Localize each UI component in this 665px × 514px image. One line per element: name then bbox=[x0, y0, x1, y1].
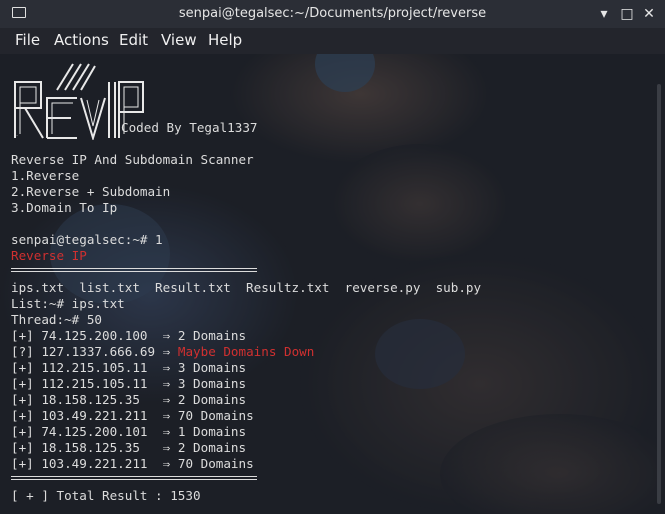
result-tag: [+] bbox=[11, 328, 34, 343]
arrow-icon: ⇒ bbox=[162, 456, 171, 471]
menu-view[interactable]: View bbox=[161, 31, 197, 49]
terminal-output: REVIP Coded By Tegal1337 Reverse IP And … bbox=[11, 54, 481, 503]
result-ip: 112.215.105.11 bbox=[41, 376, 156, 391]
menu-bar: File Actions Edit View Help bbox=[0, 28, 665, 54]
result-text: 2 Domains bbox=[177, 440, 247, 455]
ls-output: ips.txt list.txt Result.txt Resultz.txt … bbox=[11, 280, 482, 295]
result-row: [+] 74.125.200.100 ⇒ 2 Domains bbox=[11, 328, 246, 344]
arrow-icon: ⇒ bbox=[162, 424, 171, 439]
result-text: 70 Domains bbox=[177, 456, 254, 471]
result-tag: [?] bbox=[11, 344, 34, 359]
list-prompt: List:~# ips.txt bbox=[11, 296, 125, 311]
option-1: 1.Reverse bbox=[11, 168, 80, 183]
title-bar[interactable]: senpai@tegalsec:~/Documents/project/reve… bbox=[0, 0, 665, 28]
maximize-icon[interactable]: □ bbox=[617, 4, 637, 24]
result-tag: [+] bbox=[11, 440, 34, 455]
scanner-heading: Reverse IP And Subdomain Scanner bbox=[11, 152, 254, 167]
scrollbar[interactable] bbox=[657, 84, 661, 504]
result-ip: 18.158.125.35 bbox=[41, 440, 156, 455]
menu-file[interactable]: File bbox=[15, 31, 40, 49]
menu-edit[interactable]: Edit bbox=[119, 31, 148, 49]
mode-label: Reverse IP bbox=[11, 248, 87, 263]
result-ip: 112.215.105.11 bbox=[41, 360, 156, 375]
result-row: [+] 103.49.221.211 ⇒ 70 Domains bbox=[11, 408, 254, 424]
logo-text: REVIP bbox=[15, 135, 18, 137]
result-ip: 74.125.200.100 bbox=[41, 328, 156, 343]
menu-actions[interactable]: Actions bbox=[54, 31, 109, 49]
arrow-icon: ⇒ bbox=[162, 328, 171, 343]
arrow-icon: ⇒ bbox=[162, 440, 171, 455]
close-icon[interactable]: ✕ bbox=[639, 4, 659, 24]
coded-by-text: Coded By Tegal1337 bbox=[121, 120, 258, 135]
result-text: 1 Domains bbox=[177, 424, 247, 439]
arrow-icon: ⇒ bbox=[162, 344, 171, 359]
result-tag: [+] bbox=[11, 392, 34, 407]
result-text: 2 Domains bbox=[177, 328, 247, 343]
result-text: Maybe Domains Down bbox=[177, 344, 315, 359]
result-ip: 103.49.221.211 bbox=[41, 456, 156, 471]
minimize-icon[interactable]: ▾ bbox=[594, 4, 614, 24]
result-text: 70 Domains bbox=[177, 408, 254, 423]
result-ip: 18.158.125.35 bbox=[41, 392, 156, 407]
result-row: [?] 127.1337.666.69 ⇒ Maybe Domains Down bbox=[11, 344, 314, 360]
result-tag: [+] bbox=[11, 408, 34, 423]
result-row: [+] 18.158.125.35 ⇒ 2 Domains bbox=[11, 440, 246, 456]
result-text: 3 Domains bbox=[177, 360, 247, 375]
option-3: 3.Domain To Ip bbox=[11, 200, 118, 215]
result-row: [+] 18.158.125.35 ⇒ 2 Domains bbox=[11, 392, 246, 408]
result-row: [+] 112.215.105.11 ⇒ 3 Domains bbox=[11, 360, 246, 376]
thread-prompt: Thread:~# 50 bbox=[11, 312, 102, 327]
option-2: 2.Reverse + Subdomain bbox=[11, 184, 171, 199]
terminal-area[interactable]: REVIP Coded By Tegal1337 Reverse IP And … bbox=[0, 54, 665, 514]
result-tag: [+] bbox=[11, 456, 34, 471]
menu-help[interactable]: Help bbox=[208, 31, 242, 49]
result-row: [+] 74.125.200.101 ⇒ 1 Domains bbox=[11, 424, 246, 440]
arrow-icon: ⇒ bbox=[162, 408, 171, 423]
terminal-window: senpai@tegalsec:~/Documents/project/reve… bbox=[0, 0, 665, 514]
result-tag: [+] bbox=[11, 360, 34, 375]
total-result: [ + ] Total Result : 1530 bbox=[11, 488, 201, 503]
arrow-icon: ⇒ bbox=[162, 376, 171, 391]
result-row: [+] 112.215.105.11 ⇒ 3 Domains bbox=[11, 376, 246, 392]
separator-bottom bbox=[11, 476, 257, 480]
choice-prompt: senpai@tegalsec:~# 1 bbox=[11, 232, 163, 247]
window-title: senpai@tegalsec:~/Documents/project/reve… bbox=[178, 6, 487, 21]
result-ip: 74.125.200.101 bbox=[41, 424, 156, 439]
result-ip: 103.49.221.211 bbox=[41, 408, 156, 423]
result-row: [+] 103.49.221.211 ⇒ 70 Domains bbox=[11, 456, 254, 472]
result-text: 2 Domains bbox=[177, 392, 247, 407]
arrow-icon: ⇒ bbox=[162, 392, 171, 407]
result-text: 3 Domains bbox=[177, 376, 247, 391]
result-tag: [+] bbox=[11, 424, 34, 439]
result-tag: [+] bbox=[11, 376, 34, 391]
result-ip: 127.1337.666.69 bbox=[41, 344, 156, 359]
arrow-icon: ⇒ bbox=[162, 360, 171, 375]
separator-top bbox=[11, 268, 257, 272]
